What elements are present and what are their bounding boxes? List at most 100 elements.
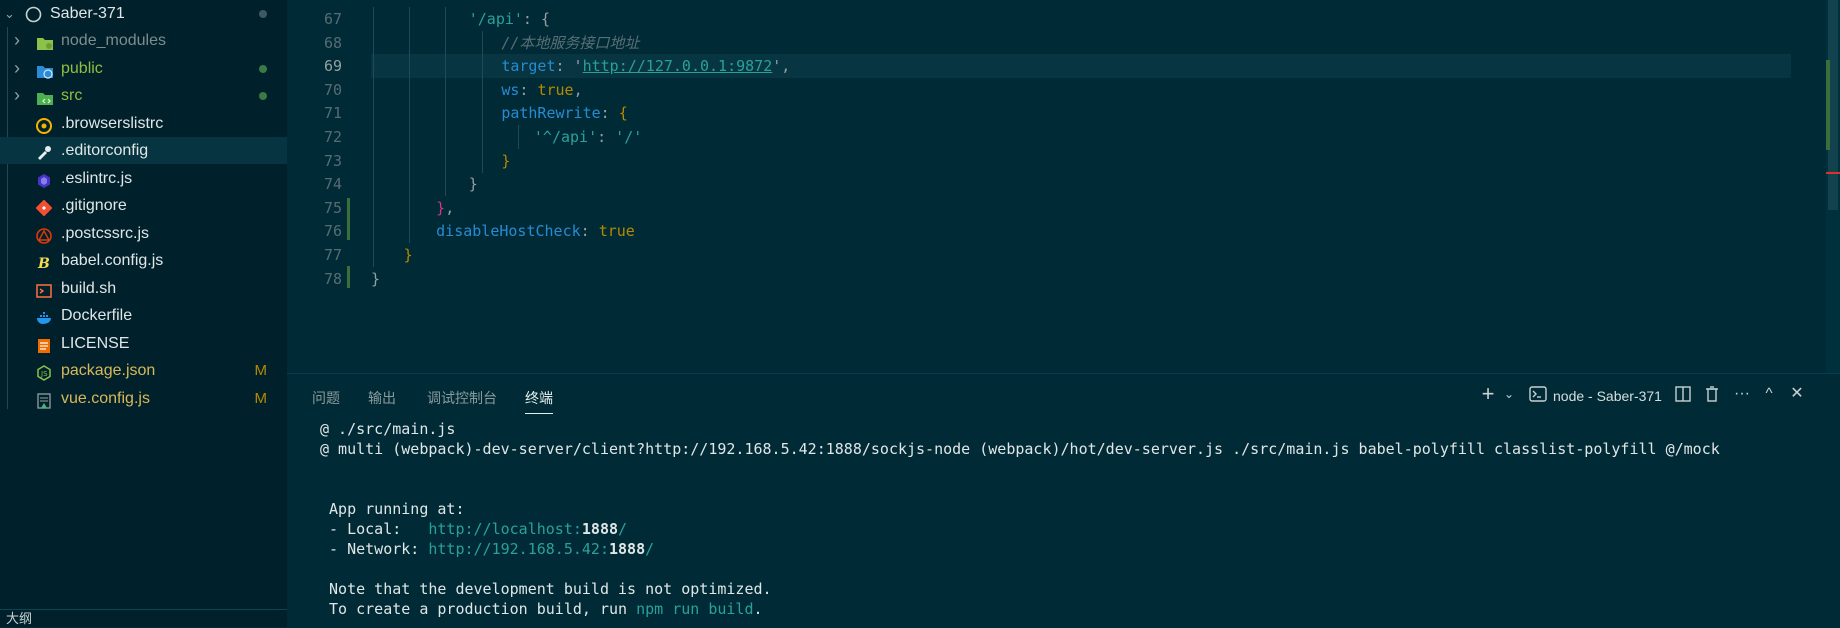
tree-folder-public[interactable]: › public: [0, 55, 287, 82]
code-token: : ': [555, 57, 583, 76]
code-text: target: 'http://127.0.0.1:9872',: [501, 54, 790, 78]
code-token: '/api': [468, 10, 523, 28]
bottom-panel: 问题 输出 调试控制台 终端 + ⌄ node - Saber-371 ··· …: [287, 373, 1840, 628]
tree-file-buildsh[interactable]: build.sh: [0, 275, 287, 302]
indent-guide: [409, 54, 411, 79]
indent-guide: [373, 148, 374, 173]
indent-guide: [409, 148, 411, 173]
line-number: 77: [323, 246, 342, 264]
indent-guide: [445, 172, 447, 197]
explorer-root-folder[interactable]: ⌄ Saber-371: [0, 0, 287, 27]
tab-output[interactable]: 输出: [368, 388, 396, 408]
indent-guide: [373, 219, 374, 244]
code-text: }: [404, 243, 413, 267]
tree-item-label: .eslintrc.js: [61, 169, 133, 187]
code-line[interactable]: 74}: [287, 172, 1817, 197]
code-line[interactable]: 71 pathRewrite: {: [287, 101, 1817, 126]
git-modified-badge: M: [254, 389, 268, 407]
code-line[interactable]: 78}: [287, 267, 1817, 291]
indent-guide: [481, 77, 483, 102]
tab-problems[interactable]: 问题: [312, 388, 340, 408]
terminal-text: @ multi (webpack)-dev-server/client?http…: [320, 440, 1720, 458]
tree-file-browserslistrc[interactable]: .browserslistrc: [0, 110, 287, 137]
indent-guide: [373, 30, 374, 55]
code-text: '/api': {: [469, 7, 550, 31]
code-token: :: [580, 222, 599, 241]
terminal-line: @ multi (webpack)-dev-server/client?http…: [320, 439, 1720, 459]
code-line[interactable]: 69 target: 'http://127.0.0.1:9872',: [287, 54, 1817, 79]
indent-guide: [481, 54, 483, 79]
tree-file-Dockerfile[interactable]: Dockerfile: [0, 302, 287, 329]
terminal-link[interactable]: http://192.168.5.42:: [428, 540, 609, 558]
indent-guide: [409, 30, 411, 55]
code-token: :: [522, 10, 541, 28]
code-line[interactable]: 77}: [287, 243, 1817, 267]
tab-debug-console[interactable]: 调试控制台: [427, 388, 497, 408]
terminal-line: - Local: http://localhost:1888/: [320, 519, 627, 539]
code-text: pathRewrite: {: [501, 101, 627, 125]
tab-terminal[interactable]: 终端: [525, 388, 553, 414]
tree-file-editorconfig[interactable]: .editorconfig: [0, 137, 287, 164]
code-token: }: [436, 198, 446, 217]
code-line[interactable]: 73}: [287, 148, 1817, 173]
indent-guide: [517, 125, 519, 149]
svg-text:B: B: [37, 256, 50, 271]
code-token: :: [519, 80, 538, 99]
tree-file-LICENSE[interactable]: LICENSE: [0, 330, 287, 357]
scroll-marker-error: [1826, 172, 1840, 174]
terminal-line: To create a production build, run npm ru…: [320, 599, 763, 619]
editor-scrollbar[interactable]: [1826, 0, 1840, 373]
line-number: 76: [323, 222, 342, 241]
terminal-instance-label[interactable]: node - Saber-371: [1553, 388, 1662, 404]
more-actions-icon[interactable]: ···: [1731, 383, 1753, 405]
root-folder-label: Saber-371: [50, 5, 125, 22]
chevron-right-icon[interactable]: ›: [14, 82, 26, 109]
indent-guide: [481, 125, 483, 149]
tree-folder-nodemodules[interactable]: › node_modules: [0, 27, 287, 54]
close-icon[interactable]: ✕: [1786, 383, 1808, 405]
tree-file-postcssrcjs[interactable]: .postcssrc.js: [0, 220, 287, 247]
code-line[interactable]: 76 disableHostCheck: true: [287, 219, 1817, 244]
terminal-text: Note that the development build is not o…: [320, 580, 772, 598]
terminal-line: - Network: http://192.168.5.42:1888/: [320, 539, 654, 559]
terminal-link[interactable]: /: [618, 520, 627, 538]
chevron-down-icon[interactable]: ⌄: [4, 0, 16, 27]
maximize-panel-icon[interactable]: ^: [1758, 383, 1780, 405]
docker-icon: [36, 308, 52, 324]
chevron-down-icon[interactable]: ⌄: [1498, 383, 1520, 405]
tree-file-vueconfigjs[interactable]: vue.config.js M: [0, 385, 287, 412]
code-line[interactable]: 67 '/api': {: [287, 7, 1817, 31]
code-token: ',: [772, 57, 791, 76]
chevron-right-icon[interactable]: ›: [14, 27, 26, 54]
terminal-link[interactable]: /: [645, 540, 654, 558]
terminal-text: .: [753, 600, 763, 618]
code-line[interactable]: 75},: [287, 195, 1817, 220]
trash-icon[interactable]: [1701, 383, 1723, 405]
git-status-dot: [259, 64, 267, 73]
terminal-line: App running at:: [320, 499, 464, 519]
chevron-right-icon[interactable]: ›: [14, 55, 26, 82]
tree-file-packagejson[interactable]: JS package.json M: [0, 357, 287, 384]
line-number: 67: [323, 10, 342, 28]
indent-guide: [409, 101, 411, 126]
indent-guide: [445, 30, 447, 55]
new-terminal-plus-icon[interactable]: +: [1477, 383, 1499, 405]
line-number: 74: [323, 175, 342, 194]
code-line[interactable]: 72 '^/api': '/': [287, 125, 1817, 149]
code-line[interactable]: 70 ws: true,: [287, 77, 1817, 102]
outline-section-header[interactable]: 大纲: [0, 609, 287, 627]
tree-file-eslintrcjs[interactable]: .eslintrc.js: [0, 165, 287, 192]
tree-file-gitignore[interactable]: .gitignore: [0, 192, 287, 219]
code-token: ws: [501, 80, 520, 99]
terminal-line: @ ./src/main.js: [320, 419, 455, 439]
code-text: '^/api': '/': [534, 125, 642, 149]
tree-file-babelconfigjs[interactable]: Bbabel.config.js: [0, 247, 287, 274]
split-terminal-icon[interactable]: [1672, 383, 1694, 405]
src-folder-icon: [36, 88, 53, 105]
code-token: //本地服务接口地址: [501, 33, 640, 52]
terminal-link[interactable]: http://localhost:: [428, 520, 582, 538]
git-status-dot: [259, 92, 267, 100]
code-line[interactable]: 68 //本地服务接口地址: [287, 30, 1817, 55]
code-editor[interactable]: 67 '/api': {68//本地服务接口地址 69 target: 'http:/…: [287, 0, 1840, 373]
tree-folder-src[interactable]: › src: [0, 82, 287, 109]
